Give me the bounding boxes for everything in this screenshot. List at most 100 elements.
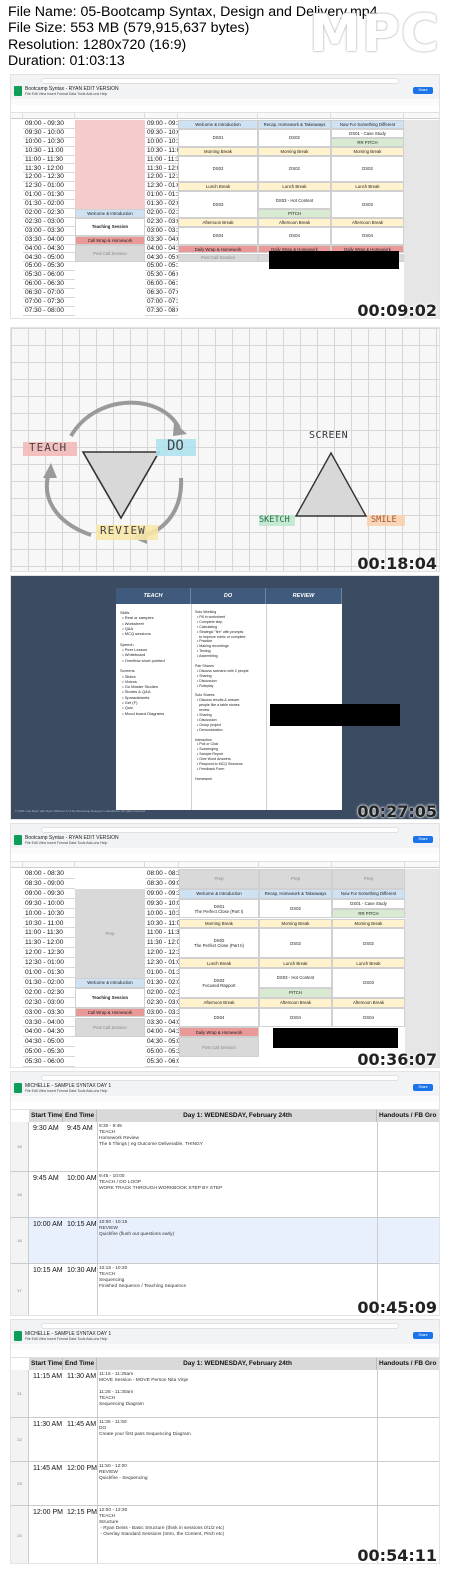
start-time[interactable]: 10:00 AM [33,1221,63,1228]
time-cell[interactable]: 01:00 - 01:30 [23,191,75,201]
time-cell[interactable]: 04:00 - 04:30 [145,1027,179,1038]
time-cell[interactable]: 03:30 - 04:00 [145,236,178,245]
session-description[interactable]: 10:15 - 10:30 TEACH Sequencing Finished … [99,1266,186,1290]
formula-bar[interactable] [11,105,439,113]
time-cell[interactable]: 05:00 - 05:30 [23,1047,75,1058]
post-cell[interactable]: Post Call Session [75,244,145,263]
start-time[interactable]: 10:15 AM [33,1267,63,1274]
formula-bar[interactable] [11,1102,439,1110]
time-cell[interactable]: 10:00 - 10:30 [145,138,178,147]
header-handouts[interactable]: Handouts / FB Gro [377,1110,439,1122]
time-cell[interactable]: 09:00 - 09:30 [145,120,178,129]
time-cell[interactable]: 07:00 - 07:30 [145,298,178,307]
time-cell[interactable]: 01:30 - 02:00 [23,978,75,988]
table-row[interactable]: 15 9:30 AM 9:45 AM 9:30 - 9:45 TEACH Homewo… [11,1122,439,1172]
header-start-time[interactable]: Start Time [29,1110,63,1122]
time-cell[interactable]: 03:30 - 04:00 [145,1018,179,1028]
table-row[interactable]: 16 9:45 AM 10:00 AM 9:45 - 10:00 TEACH / DO… [11,1172,439,1218]
day-header[interactable]: Welcome & Introduction [178,120,258,129]
time-cell[interactable]: 09:30 - 10:00 [145,129,178,138]
daily-wrap[interactable]: Daily Wrap & Homework [178,244,258,254]
header-handouts[interactable]: Handouts / FB Gro [377,1358,439,1370]
time-cell[interactable]: 04:30 - 05:00 [145,254,178,263]
block-cell[interactable]: DS01 [178,128,258,147]
afternoon-break[interactable]: Afternoon Break [331,217,404,227]
prep-cell[interactable]: Prep [179,869,259,889]
block-cell[interactable]: DS02 [178,155,258,183]
afternoon-break[interactable]: Afternoon Break [332,997,405,1008]
block-cell[interactable]: DS04 [332,1007,405,1028]
time-cell[interactable]: 03:00 - 03:30 [23,227,75,236]
callwrap-cell[interactable]: Call Wrap & Homework [75,1007,145,1018]
session-description[interactable]: 11:35 - 11:50 DO Create your first pass … [99,1420,191,1438]
post-cell[interactable]: Post Call Session [75,1017,145,1038]
menu-bar[interactable]: File Edit View Insert Format Data Tools … [25,92,107,96]
morning-break[interactable]: Morning Break [259,918,332,929]
column-header[interactable] [11,113,23,119]
time-cell[interactable]: 11:30 - 12:00 [23,165,75,174]
time-cell[interactable]: 02:00 - 02:30 [23,988,75,998]
time-cell[interactable]: 07:30 - 08:00 [145,307,178,316]
time-cell[interactable]: 05:30 - 06:00 [145,1057,179,1067]
time-cell[interactable]: 10:30 - 11:00 [145,919,179,929]
lunch-break[interactable]: Lunch Break [332,958,405,968]
block-cell[interactable]: DS01 - Case Study [331,128,404,138]
time-cell[interactable]: 03:00 - 03:30 [145,227,178,236]
block-cell[interactable]: DS02 [258,155,331,183]
time-cell[interactable]: 02:30 - 03:00 [145,218,178,227]
time-cell[interactable]: 08:00 - 08:30 [145,869,179,879]
time-cell[interactable]: 04:30 - 05:00 [23,254,75,263]
column-header[interactable] [178,113,258,119]
time-cell[interactable]: 11:00 - 11:30 [145,156,178,165]
share-button[interactable]: Share [413,1332,433,1339]
morning-break[interactable]: Morning Break [331,146,404,156]
column-header[interactable] [258,113,331,119]
day-header[interactable]: Welcome & Introduction [179,888,259,899]
morning-break[interactable]: Morning Break [258,146,331,156]
block-cell[interactable]: DS03 [178,191,258,218]
start-time[interactable]: 11:45 AM [33,1465,62,1472]
column-header[interactable] [75,862,145,868]
column-header[interactable] [259,862,332,868]
menu-bar[interactable]: File Edit View Insert Format Data Tools … [25,1089,107,1093]
session-description[interactable]: 9:30 - 9:45 TEACH Homework Review The 5 … [99,1124,203,1148]
callwrap-cell[interactable]: Call Wrap & Homework [75,235,145,245]
time-cell[interactable]: 04:30 - 05:00 [23,1037,75,1048]
table-row[interactable]: 23 11:45 AM 12:00 PM 11:50 - 12:00 REVIEW Q… [11,1462,439,1506]
start-time[interactable]: 9:45 AM [33,1175,59,1182]
morning-break[interactable]: Morning Break [178,146,258,156]
time-cell[interactable]: 12:30 - 01:00 [145,958,179,968]
block-cell[interactable]: DS04 [259,1007,332,1028]
column-header[interactable] [331,113,404,119]
end-time[interactable]: 10:15 AM [67,1221,97,1228]
header-day[interactable]: Day 1: WEDNESDAY, February 24th [97,1358,377,1370]
time-cell[interactable]: 02:30 - 03:00 [145,998,179,1008]
time-cell[interactable]: 01:30 - 02:00 [145,978,179,988]
teaching-cell[interactable]: Teaching Session [75,217,145,236]
afternoon-break[interactable]: Afternoon Break [178,217,258,227]
address-bar[interactable] [41,827,399,833]
thumbnail-5[interactable]: MICHELLE - SAMPLE SYNTAX DAY 1 File Edit… [10,1071,440,1316]
time-cell[interactable]: 05:00 - 05:30 [23,262,75,272]
time-cell[interactable]: 05:00 - 05:30 [145,1047,179,1058]
time-cell[interactable]: 10:00 - 10:30 [23,909,75,919]
time-cell[interactable]: 10:00 - 10:30 [145,909,179,919]
time-cell[interactable]: 09:30 - 10:00 [23,129,75,138]
time-cell[interactable]: 01:00 - 01:30 [145,191,178,201]
post-call[interactable]: Post Call Session [179,1037,259,1058]
time-cell[interactable]: 10:00 - 10:30 [23,138,75,147]
block-cell[interactable]: DS04 [258,226,331,245]
menu-bar[interactable]: File Edit View Insert Format Data Tools … [25,841,107,845]
table-row[interactable]: 21 11:15 AM 11:30 AM 11:15 - 11:25am MOVE S… [11,1370,439,1418]
session-description[interactable]: 11:50 - 12:00 REVIEW Quickfire - Sequenc… [99,1464,148,1482]
block-cell[interactable]: PITCH [258,209,331,218]
block-cell[interactable]: DS04 [331,226,404,245]
time-cell[interactable]: 02:00 - 02:30 [23,209,75,218]
column-header[interactable] [404,113,439,119]
block-cell[interactable]: DS02 [332,928,405,959]
time-cell[interactable]: 04:00 - 04:30 [145,245,178,254]
end-time[interactable]: 11:30 AM [67,1373,96,1380]
time-cell[interactable]: 12:00 - 12:30 [145,948,179,959]
block-cell[interactable]: DS02 [331,155,404,183]
table-row[interactable]: 22 11:30 AM 11:45 AM 11:35 - 11:50 DO Creat… [11,1418,439,1462]
